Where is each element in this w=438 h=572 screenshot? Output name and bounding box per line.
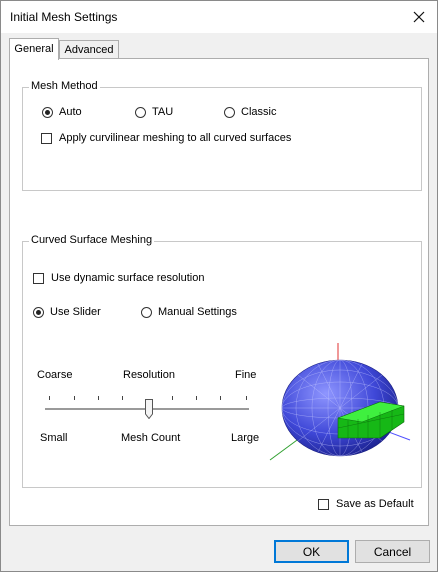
- slider-label-small: Small: [40, 432, 68, 444]
- slider-tick: [122, 396, 123, 400]
- slider-tick: [196, 396, 197, 400]
- tab-advanced[interactable]: Advanced: [59, 40, 119, 59]
- slider-thumb[interactable]: [145, 399, 153, 419]
- slider-tick: [98, 396, 99, 400]
- cancel-button[interactable]: Cancel: [355, 540, 430, 563]
- slider-label-resolution: Resolution: [123, 369, 175, 381]
- slider-tick: [220, 396, 221, 400]
- button-label: Cancel: [373, 545, 412, 559]
- checkbox-box: [33, 272, 44, 284]
- radio-label: Classic: [241, 106, 277, 118]
- radio-indicator: [135, 106, 146, 118]
- radio-tau[interactable]: TAU: [135, 105, 173, 119]
- slider-tick: [172, 396, 173, 400]
- radio-indicator: [224, 106, 235, 118]
- close-icon: [413, 11, 425, 23]
- slider-tick: [74, 396, 75, 400]
- window-title: Initial Mesh Settings: [10, 10, 118, 24]
- checkbox-box: [318, 498, 329, 510]
- radio-auto[interactable]: Auto: [42, 105, 82, 119]
- radio-classic[interactable]: Classic: [224, 105, 276, 119]
- dynamic-resolution-checkbox[interactable]: Use dynamic surface resolution: [33, 271, 204, 285]
- slider-label-fine: Fine: [235, 369, 257, 381]
- title-bar: Initial Mesh Settings: [1, 1, 437, 33]
- tab-label: Advanced: [64, 44, 114, 56]
- radio-label: Auto: [59, 106, 82, 118]
- radio-indicator: [33, 306, 44, 318]
- checkbox-box: [41, 132, 52, 144]
- button-label: OK: [302, 545, 321, 559]
- slider-tick: [246, 396, 247, 400]
- slider-tick: [49, 396, 50, 400]
- slider-label-coarse: Coarse: [37, 369, 73, 381]
- tab-general[interactable]: General: [9, 38, 59, 60]
- close-button[interactable]: [407, 5, 431, 29]
- radio-use-slider[interactable]: Use Slider: [33, 305, 101, 319]
- curvilinear-checkbox[interactable]: Apply curvilinear meshing to all curved …: [41, 131, 291, 145]
- save-as-default-checkbox[interactable]: Save as Default: [318, 497, 414, 511]
- radio-label: TAU: [152, 106, 174, 118]
- radio-label: Use Slider: [50, 306, 101, 318]
- checkbox-label: Apply curvilinear meshing to all curved …: [59, 132, 292, 144]
- radio-label: Manual Settings: [158, 306, 237, 318]
- radio-indicator: [42, 106, 53, 118]
- slider-label-mesh-count: Mesh Count: [121, 432, 181, 444]
- slider-label-large: Large: [231, 432, 260, 444]
- group-label: Mesh Method: [29, 80, 100, 92]
- radio-manual-settings[interactable]: Manual Settings: [141, 305, 237, 319]
- ok-button[interactable]: OK: [274, 540, 349, 563]
- mesh-preview-image: [269, 343, 411, 461]
- group-label: Curved Surface Meshing: [29, 234, 155, 246]
- checkbox-label: Use dynamic surface resolution: [51, 272, 205, 284]
- radio-indicator: [141, 306, 152, 318]
- checkbox-label: Save as Default: [336, 498, 414, 510]
- tab-label: General: [14, 43, 54, 55]
